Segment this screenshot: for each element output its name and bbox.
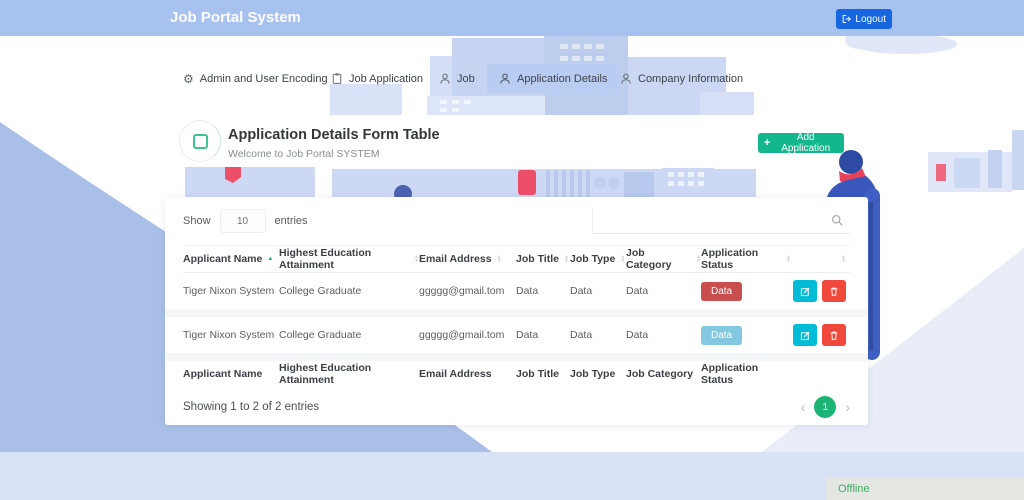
- row-separator: [165, 353, 868, 361]
- column-header-application-status[interactable]: Application Status: [701, 247, 791, 271]
- clipboard-icon: [332, 73, 342, 84]
- tab-application-details[interactable]: Application Details: [487, 64, 620, 93]
- cell-education: College Graduate: [279, 285, 362, 297]
- table-controls: Show 10 entries: [165, 197, 868, 245]
- logout-button[interactable]: Logout: [836, 9, 892, 29]
- footer-column-label: Job Title: [516, 368, 559, 380]
- person-icon: [440, 73, 450, 84]
- search-input[interactable]: [592, 208, 850, 234]
- logout-icon: [842, 15, 851, 23]
- sort-ascending-icon: [267, 256, 273, 262]
- footer-column-label: Application Status: [701, 362, 759, 386]
- column-header-actions[interactable]: [791, 255, 846, 263]
- form-logo-icon: [179, 120, 221, 162]
- cell-job-title: Data: [516, 285, 539, 297]
- cell-email: ggggg@gmail.tom: [419, 285, 505, 297]
- pagination-next[interactable]: ›: [845, 400, 850, 414]
- plus-icon: +: [764, 137, 771, 149]
- person-icon: [500, 73, 510, 84]
- tab-job[interactable]: Job: [439, 64, 475, 93]
- tab-label: Job Application: [349, 72, 423, 85]
- column-header-job-title[interactable]: Job Title: [516, 253, 570, 265]
- pagination-previous[interactable]: ‹: [801, 400, 806, 414]
- edit-button[interactable]: [793, 280, 817, 302]
- table-footer-row: Applicant Name Highest Education Attainm…: [183, 361, 850, 387]
- column-header-education[interactable]: Highest Education Attainment: [279, 247, 419, 271]
- delete-button[interactable]: [822, 324, 846, 346]
- sort-icon: [564, 255, 569, 263]
- table-card: Show 10 entries Applicant Name Highest E…: [165, 197, 868, 425]
- sort-icon: [841, 255, 846, 263]
- column-header-job-type[interactable]: Job Type: [570, 253, 626, 265]
- footer-column-label: Job Type: [570, 368, 616, 380]
- column-header-applicant-name[interactable]: Applicant Name: [183, 253, 279, 265]
- cell-applicant-name: Tiger Nixon System: [183, 329, 275, 341]
- cell-education: College Graduate: [279, 329, 362, 341]
- table-info-bar: Showing 1 to 2 of 2 entries ‹ 1 ›: [165, 387, 868, 427]
- search-field: [592, 208, 850, 234]
- edit-icon: [800, 287, 809, 296]
- cell-job-type: Data: [570, 285, 593, 297]
- status-badge[interactable]: Data: [701, 281, 743, 301]
- trash-icon: [830, 331, 838, 340]
- cell-job-category: Data: [626, 329, 649, 341]
- cell-job-title: Data: [516, 329, 539, 341]
- entries-label: entries: [274, 215, 308, 227]
- table-header-row: Applicant Name Highest Education Attainm…: [183, 245, 850, 273]
- cell-email: ggggg@gmail.tom: [419, 329, 505, 341]
- edit-button[interactable]: [793, 324, 817, 346]
- cell-job-category: Data: [626, 285, 649, 297]
- search-icon: [832, 215, 843, 226]
- entries-select[interactable]: 10: [219, 209, 266, 233]
- show-label: Show: [183, 215, 211, 227]
- person-icon: [621, 73, 631, 84]
- tab-label: Application Details: [517, 72, 608, 85]
- tab-job-application[interactable]: Job Application: [331, 64, 423, 93]
- footer-column-label: Applicant Name: [183, 368, 263, 380]
- table-row: Tiger Nixon System College Graduate gggg…: [183, 317, 850, 353]
- tab-label: Admin and User Encoding: [199, 72, 328, 85]
- add-application-button[interactable]: + Add Application: [758, 132, 844, 154]
- tab-admin-and-user-encoding[interactable]: ⚙ Admin and User Encoding: [183, 64, 328, 93]
- footer-column-label: Job Category: [626, 368, 694, 380]
- page-subtitle: Welcome to Job Portal SYSTEM: [228, 148, 380, 160]
- status-badge[interactable]: Data: [701, 325, 743, 345]
- sort-icon: [497, 255, 502, 263]
- sort-icon: [620, 255, 625, 263]
- edit-icon: [800, 331, 809, 340]
- footer-column-label: Email Address: [419, 368, 492, 380]
- offline-status: Offline: [838, 482, 870, 495]
- row-separator: [165, 309, 868, 317]
- tab-label: Company Information: [638, 72, 744, 85]
- footer-column-label: Highest Education Attainment: [279, 362, 372, 386]
- page-title: Application Details Form Table: [228, 127, 440, 143]
- table-summary: Showing 1 to 2 of 2 entries: [183, 401, 320, 413]
- app-header: Job Portal System Logout: [0, 0, 1024, 36]
- app-title: Job Portal System: [170, 9, 301, 26]
- table-row: Tiger Nixon System College Graduate gggg…: [183, 273, 850, 309]
- delete-button[interactable]: [822, 280, 846, 302]
- cell-applicant-name: Tiger Nixon System: [183, 285, 275, 297]
- tab-company-information[interactable]: Company Information: [620, 64, 743, 93]
- cell-job-type: Data: [570, 329, 593, 341]
- pagination-page-1[interactable]: 1: [814, 396, 837, 418]
- column-header-job-category[interactable]: Job Category: [626, 247, 701, 271]
- column-header-email[interactable]: Email Address: [419, 253, 516, 265]
- logout-label: Logout: [855, 13, 886, 25]
- app-window: Job Portal System Logout ⚙ Admin and Use…: [0, 0, 1024, 500]
- tab-label: Job: [457, 72, 475, 85]
- status-bar: Offline: [826, 477, 1024, 500]
- length-control: Show 10 entries: [183, 209, 308, 233]
- pagination: ‹ 1 ›: [801, 396, 850, 418]
- gear-icon: ⚙: [183, 71, 194, 86]
- trash-icon: [830, 287, 838, 296]
- add-application-label: Add Application: [781, 132, 831, 154]
